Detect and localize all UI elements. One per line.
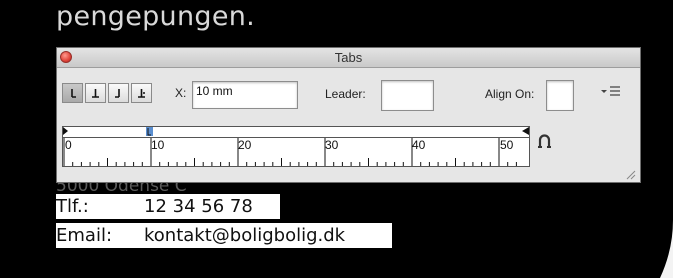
resize-grip-icon[interactable] <box>624 168 636 180</box>
panel-menu-icon[interactable] <box>600 83 622 99</box>
ruler-label-10: 10 <box>151 138 165 152</box>
contact-phone-line[interactable]: Tlf.: 12 34 56 78 <box>56 194 280 219</box>
right-justified-tab-button[interactable] <box>108 83 129 103</box>
tabs-panel[interactable]: Tabs X: 10 mm Leader: Align On: 0 10 20 … <box>56 47 641 183</box>
align-on-label: Align On: <box>485 87 535 101</box>
document-heading-text: pengepungen. <box>56 1 256 32</box>
ruler-label-0: 0 <box>65 138 72 152</box>
position-panel-above-frame-icon[interactable] <box>537 134 552 150</box>
tab-ruler[interactable]: 0 10 20 30 40 50 <box>62 137 530 167</box>
left-justified-tab-icon <box>71 89 76 98</box>
first-indent-marker <box>63 127 68 135</box>
email-label: Email: <box>56 225 113 246</box>
phone-value: 12 34 56 78 <box>144 196 253 217</box>
leader-input[interactable] <box>381 80 434 111</box>
tab-stop-markers <box>63 127 529 136</box>
phone-label: Tlf.: <box>56 196 89 217</box>
left-justified-tab-button[interactable] <box>62 83 83 103</box>
panel-title: Tabs <box>334 50 363 65</box>
email-value: kontakt@boligbolig.dk <box>144 225 346 246</box>
ruler-ticks <box>63 138 517 166</box>
center-justified-tab-button[interactable] <box>85 83 106 103</box>
panel-titlebar[interactable]: Tabs <box>57 48 640 68</box>
ruler-label-30: 30 <box>325 138 339 152</box>
x-position-label: X: <box>175 86 187 100</box>
x-position-input[interactable]: 10 mm <box>192 81 298 109</box>
ruler-label-40: 40 <box>412 138 426 152</box>
right-indent-marker <box>522 127 529 135</box>
leader-label: Leader: <box>325 87 366 101</box>
align-to-decimal-tab-button[interactable] <box>131 83 152 103</box>
x-position-value: 10 mm <box>196 84 233 98</box>
contact-email-line[interactable]: Email: kontakt@boligbolig.dk <box>56 223 392 248</box>
ruler-label-20: 20 <box>238 138 252 152</box>
right-justified-tab-icon <box>115 89 120 98</box>
align-to-decimal-tab-icon <box>138 89 145 98</box>
align-on-input[interactable] <box>546 80 574 111</box>
center-justified-tab-icon <box>92 89 99 98</box>
ruler-label-50: 50 <box>500 138 514 152</box>
